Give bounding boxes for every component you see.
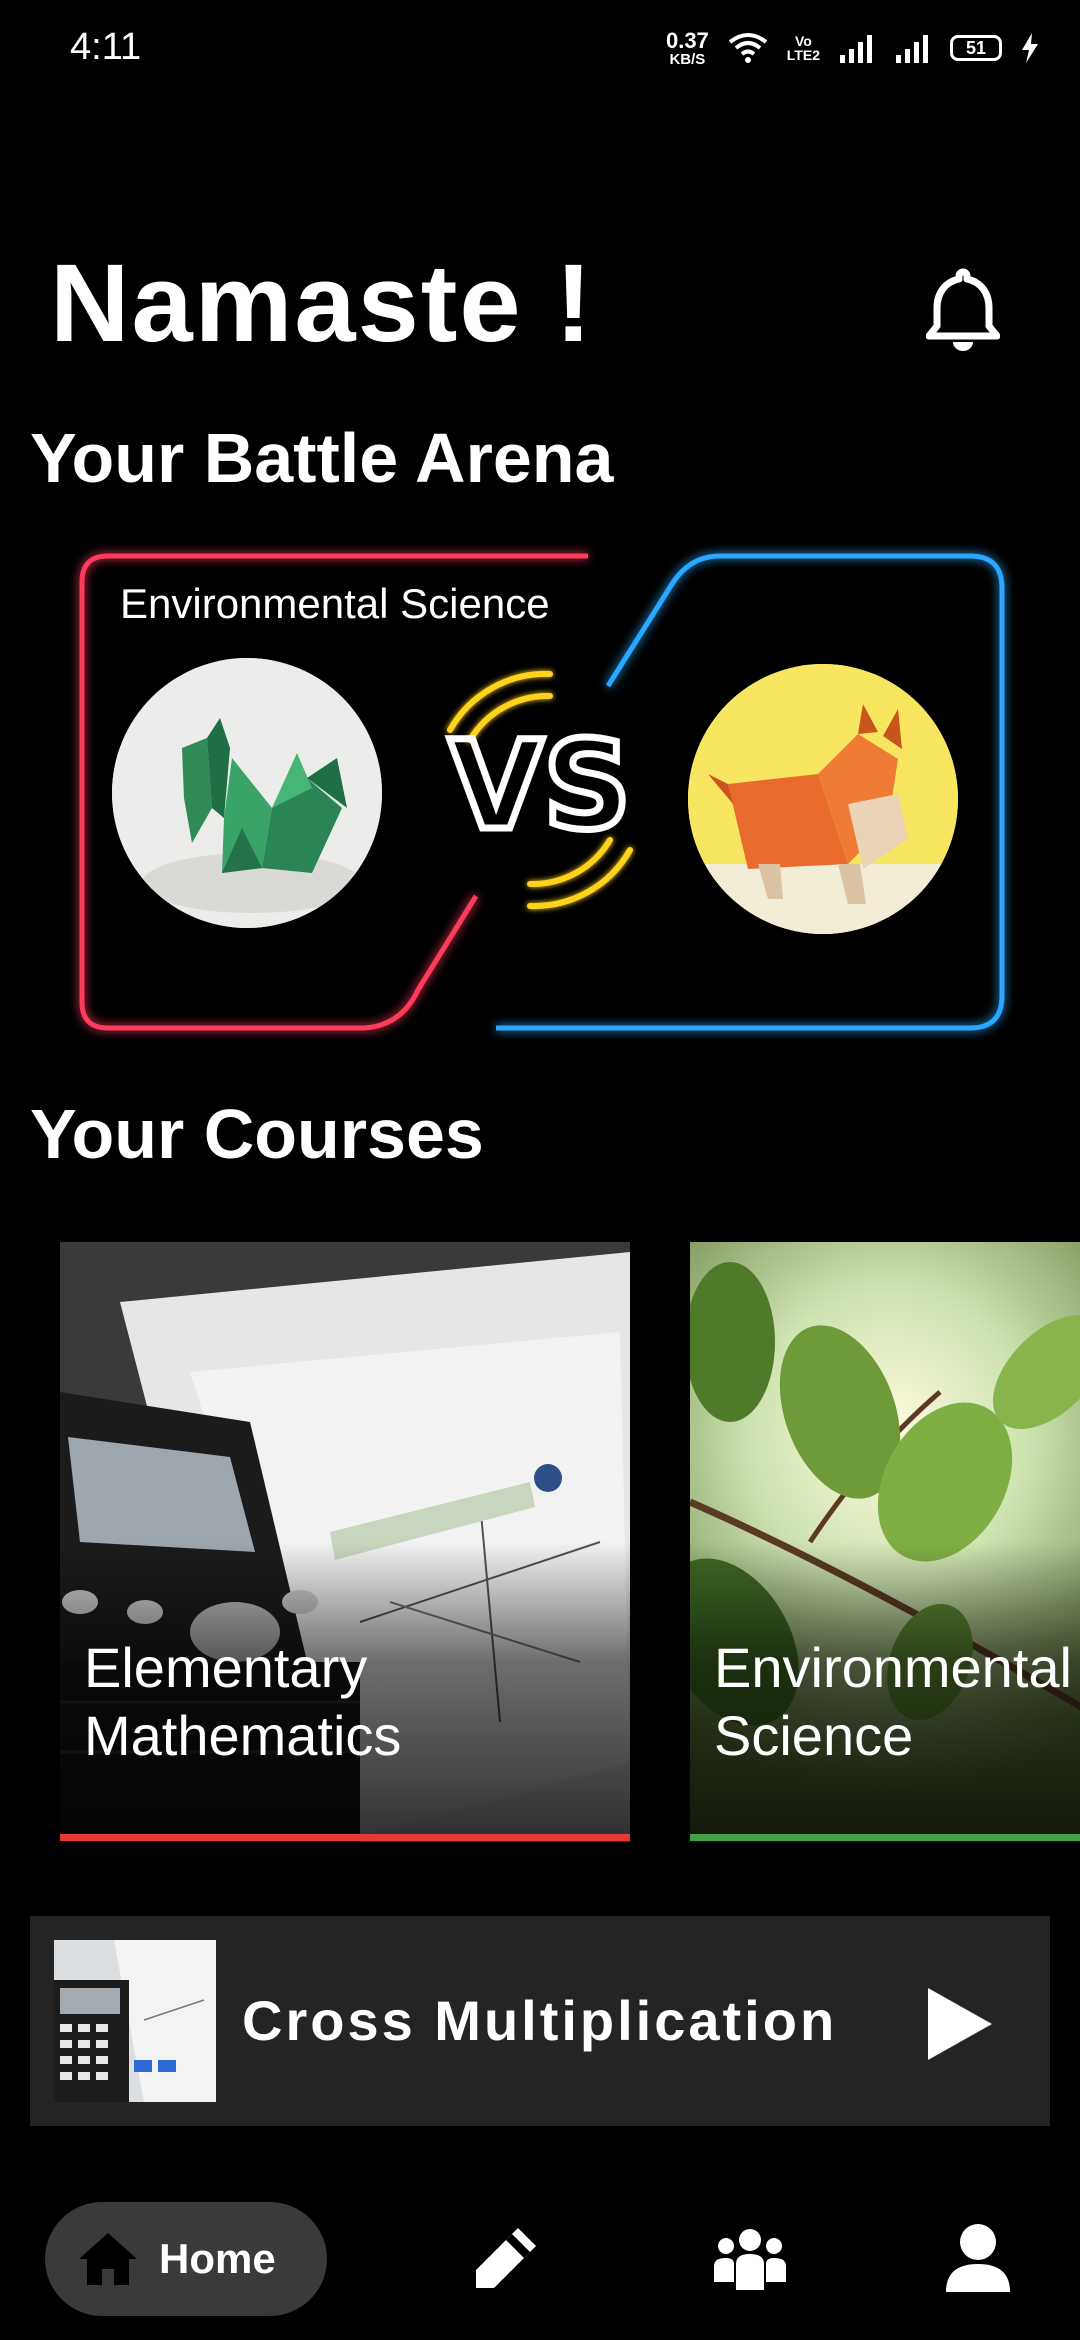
course-card-environmental-science[interactable]: Environmental Science <box>690 1242 1080 1842</box>
pencil-icon[interactable] <box>468 2220 544 2296</box>
course-card-mathematics[interactable]: Elementary Mathematics <box>60 1242 630 1842</box>
volte-indicator: Vo LTE2 <box>786 33 820 63</box>
battery-indicator: 51 <box>950 35 1002 61</box>
battle-subject: Environmental Science <box>120 580 550 627</box>
course-accent-bar <box>60 1834 630 1841</box>
greeting-title: Namaste ! <box>50 242 594 365</box>
versus-emblem: VS <box>445 670 635 910</box>
bell-icon[interactable] <box>926 268 1000 352</box>
player-avatar-right[interactable] <box>688 664 958 934</box>
battle-arena-heading: Your Battle Arena <box>30 419 614 497</box>
nav-home-label: Home <box>159 2235 276 2282</box>
course-accent-bar <box>690 1834 1080 1841</box>
signal-icon-2 <box>896 35 928 63</box>
charging-icon <box>1022 33 1038 63</box>
network-speed: 0.37 KB/S <box>665 27 709 68</box>
courses-heading: Your Courses <box>30 1095 484 1173</box>
now-playing-thumbnail <box>54 1940 216 2102</box>
vs-text: VS <box>449 715 631 857</box>
profile-icon[interactable] <box>940 2220 1016 2296</box>
now-playing-bar[interactable]: Cross Multiplication <box>30 1916 1050 2126</box>
home-icon <box>79 2233 137 2285</box>
origami-dragon-image <box>112 658 382 928</box>
status-time: 4:11 <box>70 26 142 68</box>
bottom-navigation: Home <box>0 2190 1080 2340</box>
group-icon[interactable] <box>710 2220 790 2296</box>
player-avatar-left[interactable] <box>112 658 382 928</box>
status-bar: 4:11 0.37 KB/S Vo LTE2 51 <box>0 0 1080 96</box>
origami-corgi-image <box>688 664 958 934</box>
battle-card[interactable]: Environmental Science VS <box>60 540 1020 1040</box>
course-title: Elementary Mathematics <box>84 1636 402 1767</box>
signal-icon <box>840 35 872 63</box>
nav-home-tab[interactable]: Home <box>45 2202 327 2316</box>
home-screen: 4:11 0.37 KB/S Vo LTE2 51 Namaste ! Your… <box>0 0 1080 2340</box>
play-icon[interactable] <box>924 1986 994 2062</box>
wifi-icon <box>728 33 768 63</box>
course-title: Environmental Science <box>714 1636 1072 1767</box>
now-playing-title: Cross Multiplication <box>242 1989 838 2052</box>
status-icons: 0.37 KB/S Vo LTE2 51 <box>666 26 1040 70</box>
